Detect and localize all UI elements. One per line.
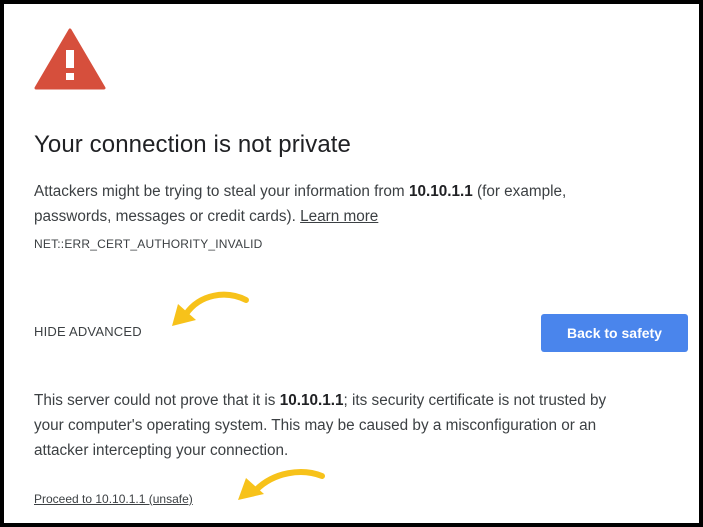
proceed-unsafe-link[interactable]: Proceed to 10.10.1.1 (unsafe) bbox=[34, 492, 193, 506]
details-text-part: your computer's operating system. This m… bbox=[34, 417, 597, 434]
page-title: Your connection is not private bbox=[34, 131, 351, 158]
curved-arrow-icon bbox=[238, 469, 325, 500]
intro-text: Attackers might be trying to steal your … bbox=[34, 179, 566, 229]
details-text-part: ; its security certificate is not truste… bbox=[343, 392, 607, 409]
details-text: This server could not prove that it is 1… bbox=[34, 388, 606, 463]
intro-text-part: (for example, bbox=[472, 183, 567, 200]
details-text-part: This server could not prove that it is bbox=[34, 392, 280, 409]
hide-advanced-button[interactable]: HIDE ADVANCED bbox=[34, 324, 142, 339]
error-code: NET::ERR_CERT_AUTHORITY_INVALID bbox=[34, 237, 263, 251]
learn-more-link[interactable]: Learn more bbox=[300, 208, 378, 225]
back-to-safety-button[interactable]: Back to safety bbox=[541, 314, 688, 352]
warning-triangle-icon bbox=[34, 28, 106, 90]
intro-text-part: Attackers might be trying to steal your … bbox=[34, 183, 409, 200]
details-text-part: attacker intercepting your connection. bbox=[34, 442, 289, 459]
curved-arrow-icon bbox=[172, 291, 249, 326]
host-address: 10.10.1.1 bbox=[408, 183, 473, 200]
intro-text-part: passwords, messages or credit cards). bbox=[34, 208, 301, 225]
browser-page: Your connection is not private Attackers… bbox=[4, 4, 699, 523]
host-address: 10.10.1.1 bbox=[279, 392, 344, 409]
